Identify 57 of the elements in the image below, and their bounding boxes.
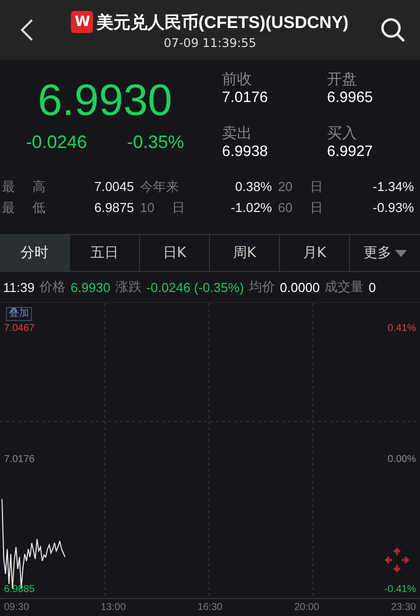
info-value: 6.9930	[70, 280, 110, 294]
logo-badge: W	[71, 11, 94, 33]
stat-value: 6.9875	[93, 200, 135, 215]
field-label: 开盘	[327, 70, 358, 89]
caret-icon	[394, 250, 406, 256]
field-value: 7.0176	[222, 89, 269, 106]
stat-label: 最 高	[1, 178, 47, 196]
info-value: 0.0000	[280, 280, 320, 294]
info-label: 均价	[248, 278, 275, 296]
stat-label: 10 日	[139, 198, 186, 216]
info-value: -0.0246 (-0.35%)	[146, 280, 244, 294]
axis-label: 0.00%	[388, 454, 416, 464]
price: 6.9930	[38, 75, 172, 127]
chart-tab[interactable]: 日K	[140, 235, 210, 271]
field-value: 6.9965	[327, 89, 374, 106]
time-label: 23:30	[390, 602, 416, 613]
stat-value: -1.02%	[230, 200, 273, 215]
change-percent: -0.35%	[127, 132, 184, 153]
search-icon[interactable]	[380, 17, 406, 43]
axis-label: 0.41%	[388, 323, 416, 334]
chart-tab[interactable]: 周K	[210, 235, 280, 271]
time-label: 20:00	[294, 602, 320, 613]
chart-tab[interactable]: 更多	[350, 235, 420, 271]
axis-label: 6.9885	[4, 584, 35, 595]
overlay-button[interactable]: 叠加	[6, 307, 32, 321]
stat-label: 今年来	[139, 178, 180, 196]
stat-value: -0.93%	[372, 200, 415, 215]
axis-label: -0.41%	[384, 584, 416, 595]
field-label: 买入	[327, 124, 358, 143]
timestamp: 07-09 11:39:55	[164, 36, 256, 50]
info-label: 涨跌	[115, 278, 142, 296]
stat-value: 0.38%	[234, 179, 273, 194]
axis-label: 7.0467	[4, 323, 35, 334]
chart-tab[interactable]: 月K	[280, 235, 350, 271]
back-icon[interactable]	[20, 18, 34, 42]
info-label: 价格	[40, 278, 66, 296]
stat-label: 20 日	[277, 178, 324, 196]
info-time: 11:39	[3, 280, 35, 294]
expand-icon[interactable]	[384, 547, 410, 573]
field-value: 6.9938	[222, 143, 269, 160]
stat-value: 7.0045	[93, 179, 135, 194]
chart-tab[interactable]: 分时	[0, 235, 70, 271]
axis-label: 7.0176	[4, 454, 35, 464]
info-value: 0	[368, 280, 376, 294]
field-label: 卖出	[222, 124, 253, 143]
title: 美元兑人民币(CFETS)(USDCNY)	[96, 12, 349, 34]
field-value: 6.9927	[327, 143, 374, 160]
time-label: 13:00	[100, 602, 126, 613]
field-label: 前收	[222, 70, 253, 89]
chart-tab[interactable]: 五日	[70, 235, 140, 271]
stat-label: 60 日	[277, 198, 324, 216]
time-label: 16:30	[197, 602, 222, 613]
stat-value: -1.34%	[372, 179, 415, 194]
change: -0.0246	[26, 132, 87, 153]
stat-label: 最 低	[1, 198, 47, 216]
time-label: 09:30	[4, 602, 30, 613]
info-label: 成交量	[324, 278, 364, 296]
